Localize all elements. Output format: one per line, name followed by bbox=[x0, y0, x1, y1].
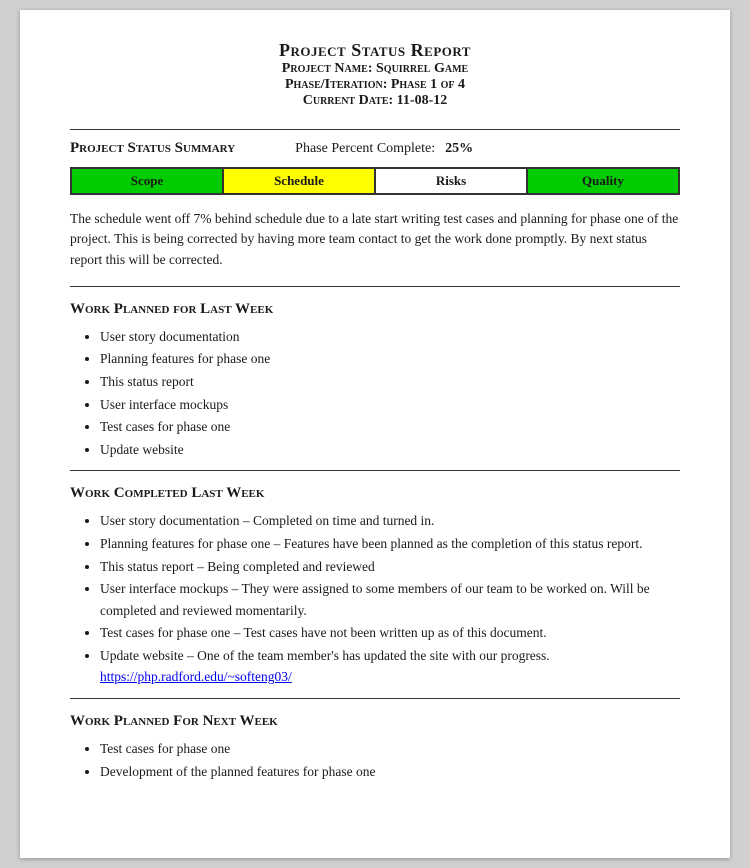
work-completed-list: User story documentation – Completed on … bbox=[100, 510, 680, 688]
quality-bar: Quality bbox=[528, 169, 678, 193]
status-summary-row: Project Status Summary Phase Percent Com… bbox=[70, 140, 680, 157]
divider2 bbox=[70, 470, 680, 471]
top-divider bbox=[70, 129, 680, 130]
middle-divider bbox=[70, 286, 680, 287]
list-item: Development of the planned features for … bbox=[100, 761, 680, 783]
project-name: Project Name: Squirrel Game bbox=[70, 61, 680, 77]
scope-label: Scope bbox=[131, 173, 164, 189]
list-item: User story documentation – Completed on … bbox=[100, 510, 680, 532]
page: Project Status Report Project Name: Squi… bbox=[20, 10, 730, 858]
work-planned-list: User story documentation Planning featur… bbox=[100, 326, 680, 461]
work-planned-next-list: Test cases for phase one Development of … bbox=[100, 738, 680, 782]
list-item: Test cases for phase one bbox=[100, 416, 680, 438]
status-bar: Scope Schedule Risks Quality bbox=[70, 167, 680, 195]
list-item: Update website – One of the team member'… bbox=[100, 645, 680, 688]
list-item: User interface mockups bbox=[100, 394, 680, 416]
work-completed-heading: Work Completed Last Week bbox=[70, 485, 680, 502]
list-item: Test cases for phase one bbox=[100, 738, 680, 760]
list-item: This status report – Being completed and… bbox=[100, 556, 680, 578]
status-description: The schedule went off 7% behind schedule… bbox=[70, 209, 680, 270]
list-item: User interface mockups – They were assig… bbox=[100, 578, 680, 621]
list-item: Test cases for phase one – Test cases ha… bbox=[100, 622, 680, 644]
list-item: Update website bbox=[100, 439, 680, 461]
current-date: Current Date: 11-08-12 bbox=[70, 93, 680, 109]
scope-bar: Scope bbox=[72, 169, 224, 193]
quality-label: Quality bbox=[582, 173, 624, 189]
schedule-bar: Schedule bbox=[224, 169, 376, 193]
risks-label: Risks bbox=[436, 173, 466, 189]
schedule-label: Schedule bbox=[274, 173, 324, 189]
status-summary-label: Project Status Summary bbox=[70, 140, 235, 157]
list-item: Planning features for phase one bbox=[100, 348, 680, 370]
phase-percent-label: Phase Percent Complete: bbox=[295, 141, 435, 157]
header: Project Status Report Project Name: Squi… bbox=[70, 40, 680, 109]
list-item: Planning features for phase one – Featur… bbox=[100, 533, 680, 555]
phase-percent-value: 25% bbox=[445, 141, 473, 157]
list-item: This status report bbox=[100, 371, 680, 393]
website-url[interactable]: https://php.radford.edu/~softeng03/ bbox=[100, 669, 292, 684]
report-title: Project Status Report bbox=[70, 40, 680, 61]
list-item: User story documentation bbox=[100, 326, 680, 348]
risks-bar: Risks bbox=[376, 169, 528, 193]
work-planned-next-heading: Work Planned For Next Week bbox=[70, 713, 680, 730]
work-planned-heading: Work Planned for Last Week bbox=[70, 301, 680, 318]
phase-iteration: Phase/Iteration: Phase 1 of 4 bbox=[70, 77, 680, 93]
divider3 bbox=[70, 698, 680, 699]
